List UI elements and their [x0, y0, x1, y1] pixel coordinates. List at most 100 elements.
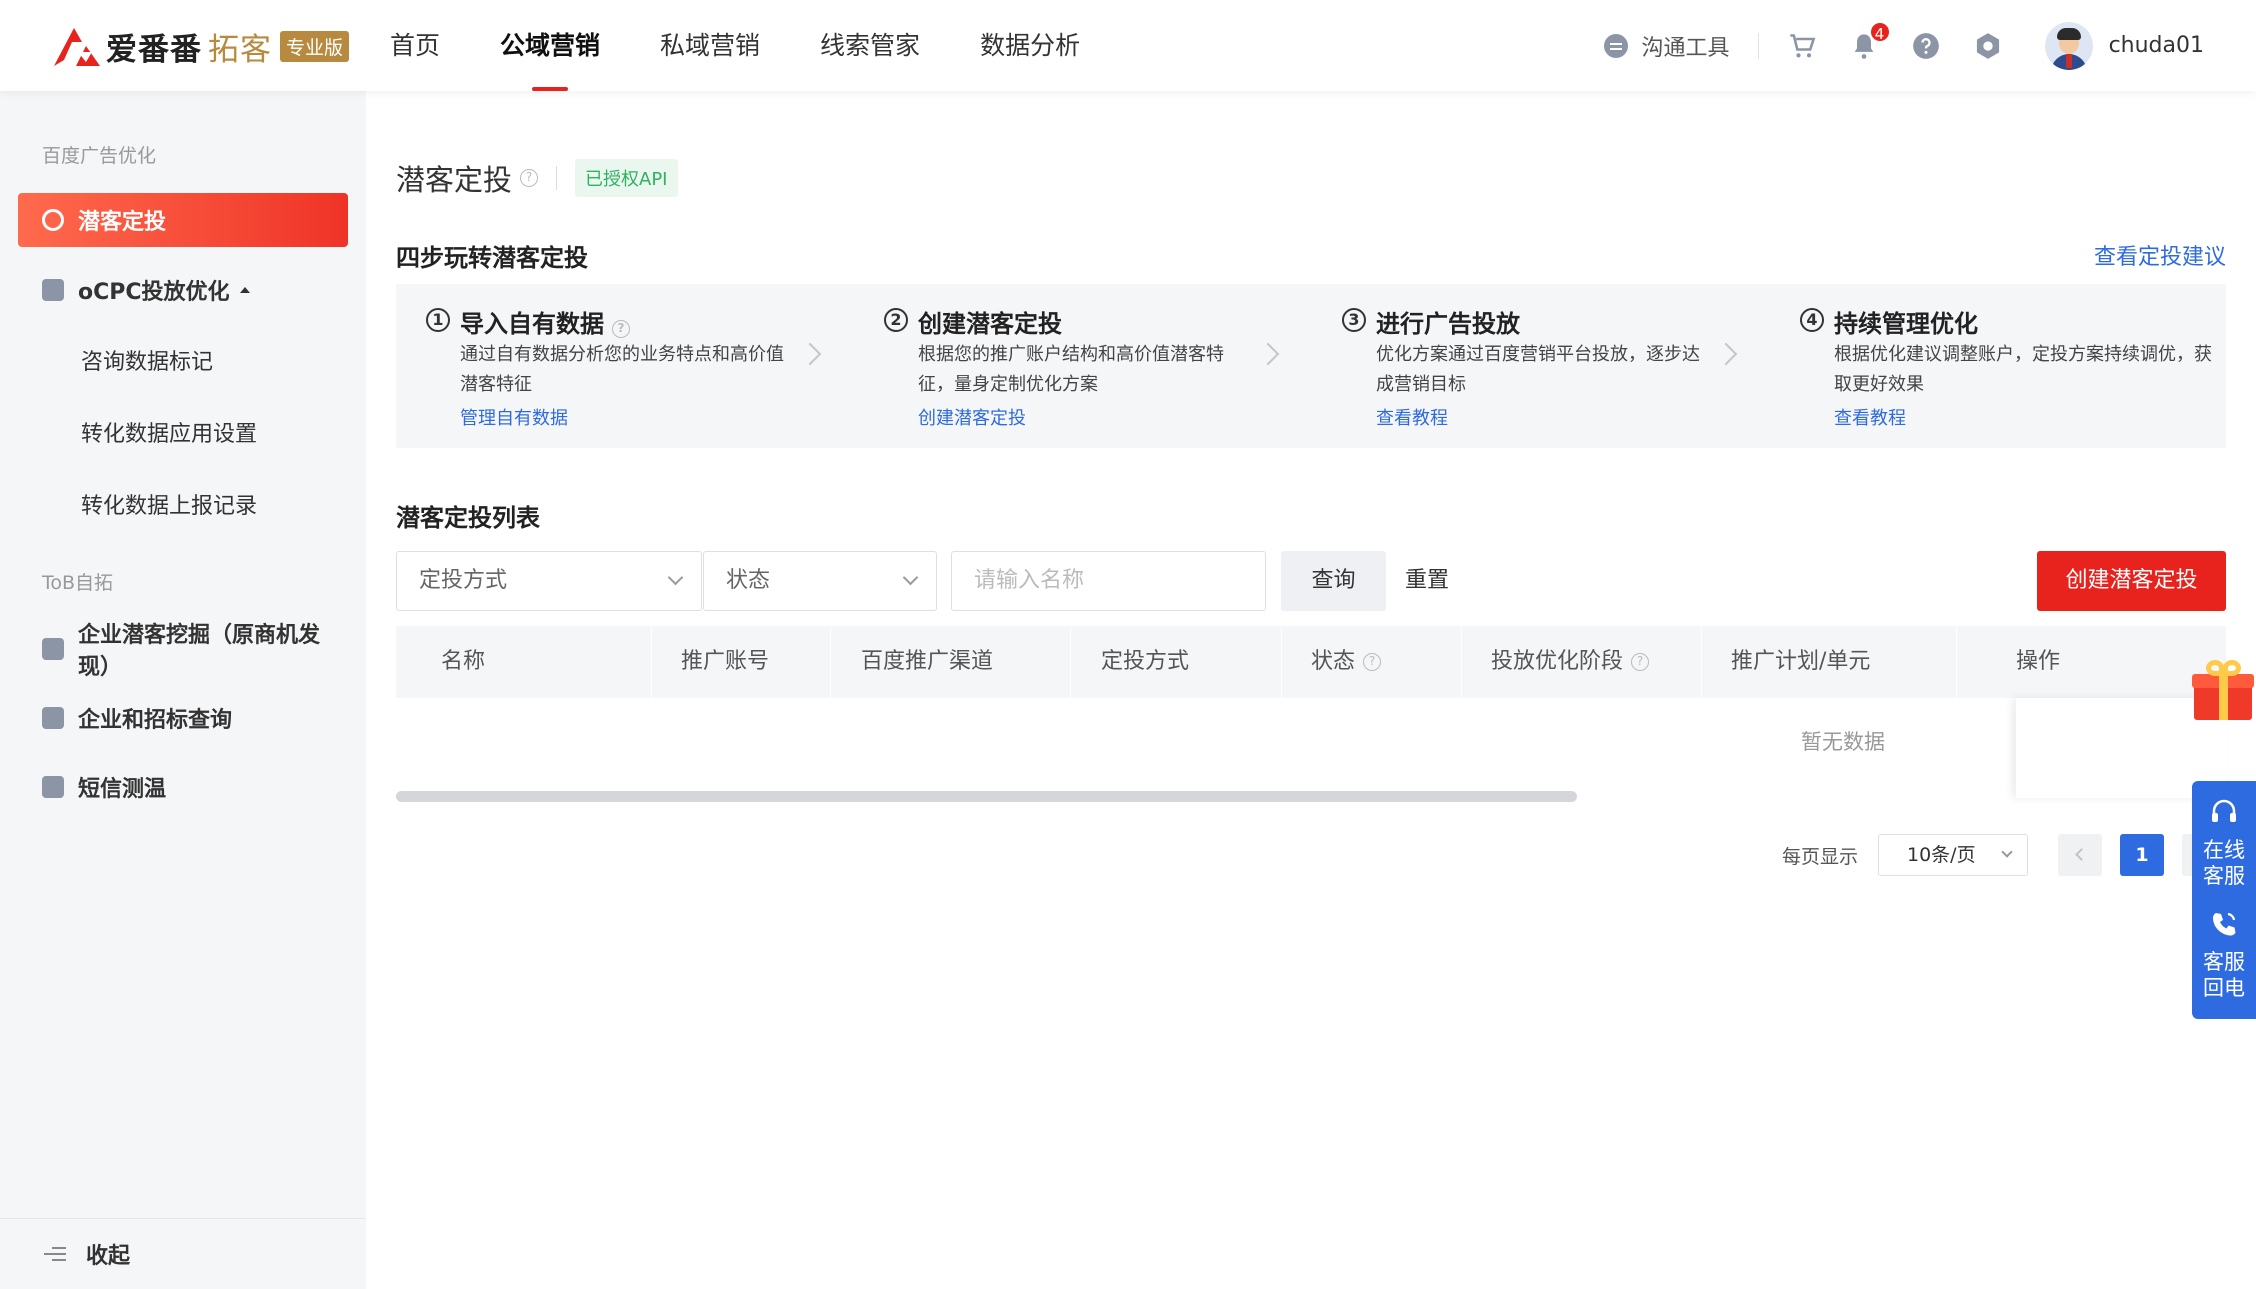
- manage-data-link[interactable]: 管理自有数据: [460, 404, 568, 430]
- status-select[interactable]: 状态: [703, 551, 937, 611]
- step-number: 2: [884, 308, 908, 332]
- step-desc: 根据您的推广账户结构和高价值潜客特征，量身定制优化方案: [918, 344, 1224, 395]
- step-title: 持续管理优化: [1834, 310, 1978, 338]
- page-title-row: 潜客定投 ? 已授权API: [396, 157, 678, 199]
- prev-page-button[interactable]: [2058, 834, 2102, 876]
- sidebar-collapse-button[interactable]: 收起: [0, 1218, 366, 1289]
- nav-lead-manager[interactable]: 线索管家: [820, 0, 920, 91]
- column-name: 名称: [441, 649, 486, 674]
- filter-bar: 定投方式 状态 请输入名称 查询 重置 创建潜客定投: [396, 551, 2226, 611]
- target-icon: [42, 209, 64, 231]
- brand-sub: 拓客: [208, 31, 272, 68]
- tutorial-link[interactable]: 查看教程: [1376, 404, 1448, 430]
- current-page[interactable]: 1: [2120, 834, 2164, 876]
- help-circle-icon[interactable]: ?: [1363, 653, 1382, 671]
- step-desc: 优化方案通过百度营销平台投放，逐步达成营销目标: [1376, 344, 1700, 395]
- view-advice-link[interactable]: 查看定投建议: [2094, 239, 2226, 271]
- chevron-left-icon: [2075, 848, 2088, 861]
- help-circle-icon[interactable]: ?: [612, 320, 630, 338]
- collapse-label: 收起: [86, 1244, 131, 1269]
- column-actions: 操作: [2016, 649, 2061, 674]
- sidebar-sub-conversion-records[interactable]: 转化数据上报记录: [81, 488, 257, 520]
- communication-tool[interactable]: 沟通工具: [1603, 30, 1730, 62]
- avatar[interactable]: [2044, 21, 2093, 70]
- steps-panel: 1 导入自有数据? 通过自有数据分析您的业务特点和高价值潜客特征 管理自有数据 …: [396, 284, 2226, 448]
- step-3: 3 进行广告投放 优化方案通过百度营销平台投放，逐步达成营销目标 查看教程: [1312, 284, 1770, 448]
- sidebar-sub-consult-marking[interactable]: 咨询数据标记: [81, 344, 213, 376]
- divider: [556, 166, 558, 190]
- name-search-input[interactable]: 请输入名称: [951, 551, 1266, 611]
- sidebar-group-tob: ToB自拓: [42, 572, 114, 594]
- sidebar-item-label: 短信测温: [78, 777, 167, 802]
- sidebar-item-potential-targeting[interactable]: 潜客定投: [18, 193, 348, 247]
- cart-icon[interactable]: [1787, 31, 1817, 61]
- nav-public-marketing[interactable]: 公域营销: [500, 0, 600, 91]
- chevron-down-icon: [667, 569, 684, 586]
- collapse-icon: [44, 1245, 66, 1263]
- phone-icon: [2213, 912, 2236, 936]
- page-size-label: 每页显示: [1781, 845, 1858, 868]
- caret-up-icon: [239, 287, 250, 293]
- reset-button[interactable]: 重置: [1405, 551, 1449, 611]
- step-title: 进行广告投放: [1376, 310, 1520, 338]
- table-header: 名称 推广账号 百度推广渠道 定投方式 状态? 投放优化阶段? 推广计划/单元 …: [396, 626, 2226, 698]
- gift-icon[interactable]: [2192, 660, 2256, 722]
- sidebar-item-label: 潜客定投: [78, 210, 167, 235]
- help-circle-icon[interactable]: ?: [1631, 653, 1650, 671]
- table-empty: 暂无数据: [396, 698, 2226, 788]
- chart-icon: [42, 638, 64, 660]
- nav-data-analysis[interactable]: 数据分析: [980, 0, 1080, 91]
- sidebar: 百度广告优化 潜客定投 oCPC投放优化 咨询数据标记 转化数据应用设置 转化数…: [0, 91, 366, 1289]
- edition-badge: 专业版: [280, 30, 350, 62]
- column-stage: 投放优化阶段?: [1491, 626, 1650, 698]
- list-section-title: 潜客定投列表: [396, 504, 540, 532]
- callback-button[interactable]: 客服回电: [2192, 909, 2256, 1001]
- sidebar-item-label: oCPC投放优化: [78, 280, 230, 305]
- steps-section-title: 四步玩转潜客定投: [396, 244, 588, 272]
- sidebar-item-bidding-query[interactable]: 企业和招标查询: [18, 691, 348, 745]
- online-service-label: 在线客服: [2203, 838, 2245, 888]
- select-placeholder: 状态: [726, 568, 771, 593]
- targeting-mode-select[interactable]: 定投方式: [396, 551, 702, 611]
- save-icon: [42, 279, 64, 301]
- nav-home[interactable]: 首页: [390, 0, 440, 91]
- sidebar-item-label: 企业潜客挖掘（原商机发现）: [78, 623, 321, 680]
- main-content: 潜客定投 ? 已授权API 四步玩转潜客定投 查看定投建议 1 导入自有数据? …: [366, 91, 2256, 1289]
- targeting-table: 名称 推广账号 百度推广渠道 定投方式 状态? 投放优化阶段? 推广计划/单元 …: [396, 626, 2226, 806]
- username[interactable]: chuda01: [2109, 33, 2204, 58]
- notification-badge: 4: [1868, 20, 1891, 43]
- step-desc: 根据优化建议调整账户，定投方案持续调优，获取更好效果: [1834, 344, 2212, 395]
- sidebar-sub-conversion-settings[interactable]: 转化数据应用设置: [81, 416, 257, 448]
- page-title: 潜客定投: [396, 163, 513, 197]
- sidebar-item-enterprise-mining[interactable]: 企业潜客挖掘（原商机发现）: [18, 622, 348, 680]
- online-service-button[interactable]: 在线客服: [2192, 797, 2256, 889]
- brand-logo[interactable]: 爱番番 拓客 专业版: [52, 24, 350, 68]
- bell-icon[interactable]: 4: [1849, 20, 1891, 61]
- column-mode: 定投方式: [1101, 649, 1190, 674]
- create-targeting-button[interactable]: 创建潜客定投: [2037, 551, 2226, 611]
- step-4: 4 持续管理优化 根据优化建议调整账户，定投方案持续调优，获取更好效果 查看教程: [1770, 284, 2228, 448]
- divider: [1757, 32, 1759, 59]
- search-icon: [42, 707, 64, 729]
- step-1: 1 导入自有数据? 通过自有数据分析您的业务特点和高价值潜客特征 管理自有数据: [396, 284, 854, 448]
- nav-private-marketing[interactable]: 私域营销: [660, 0, 760, 91]
- sidebar-item-ocpc[interactable]: oCPC投放优化: [18, 263, 348, 317]
- top-header: 爱番番 拓客 专业版 首页 公域营销 私域营销 线索管家 数据分析 沟通工具 4: [0, 0, 2256, 91]
- step-number: 1: [426, 308, 450, 332]
- create-targeting-link[interactable]: 创建潜客定投: [918, 404, 1026, 430]
- mail-icon: [42, 776, 64, 798]
- chevron-down-icon: [2001, 846, 2013, 858]
- step-2: 2 创建潜客定投 根据您的推广账户结构和高价值潜客特征，量身定制优化方案 创建潜…: [854, 284, 1312, 448]
- headset-icon: [2212, 799, 2236, 822]
- tutorial-link[interactable]: 查看教程: [1834, 404, 1906, 430]
- query-button[interactable]: 查询: [1281, 551, 1386, 611]
- horizontal-scrollbar[interactable]: [396, 791, 1577, 802]
- help-icon[interactable]: [1911, 31, 1941, 61]
- page-size-select[interactable]: 10条/页: [1878, 834, 2028, 876]
- step-title: 导入自有数据?: [460, 304, 630, 339]
- settings-icon[interactable]: [1973, 31, 2003, 61]
- help-circle-icon[interactable]: ?: [520, 169, 539, 187]
- communication-tool-label: 沟通工具: [1641, 35, 1730, 61]
- sidebar-item-sms-test[interactable]: 短信测温: [18, 760, 348, 814]
- column-plan: 推广计划/单元: [1731, 649, 1871, 674]
